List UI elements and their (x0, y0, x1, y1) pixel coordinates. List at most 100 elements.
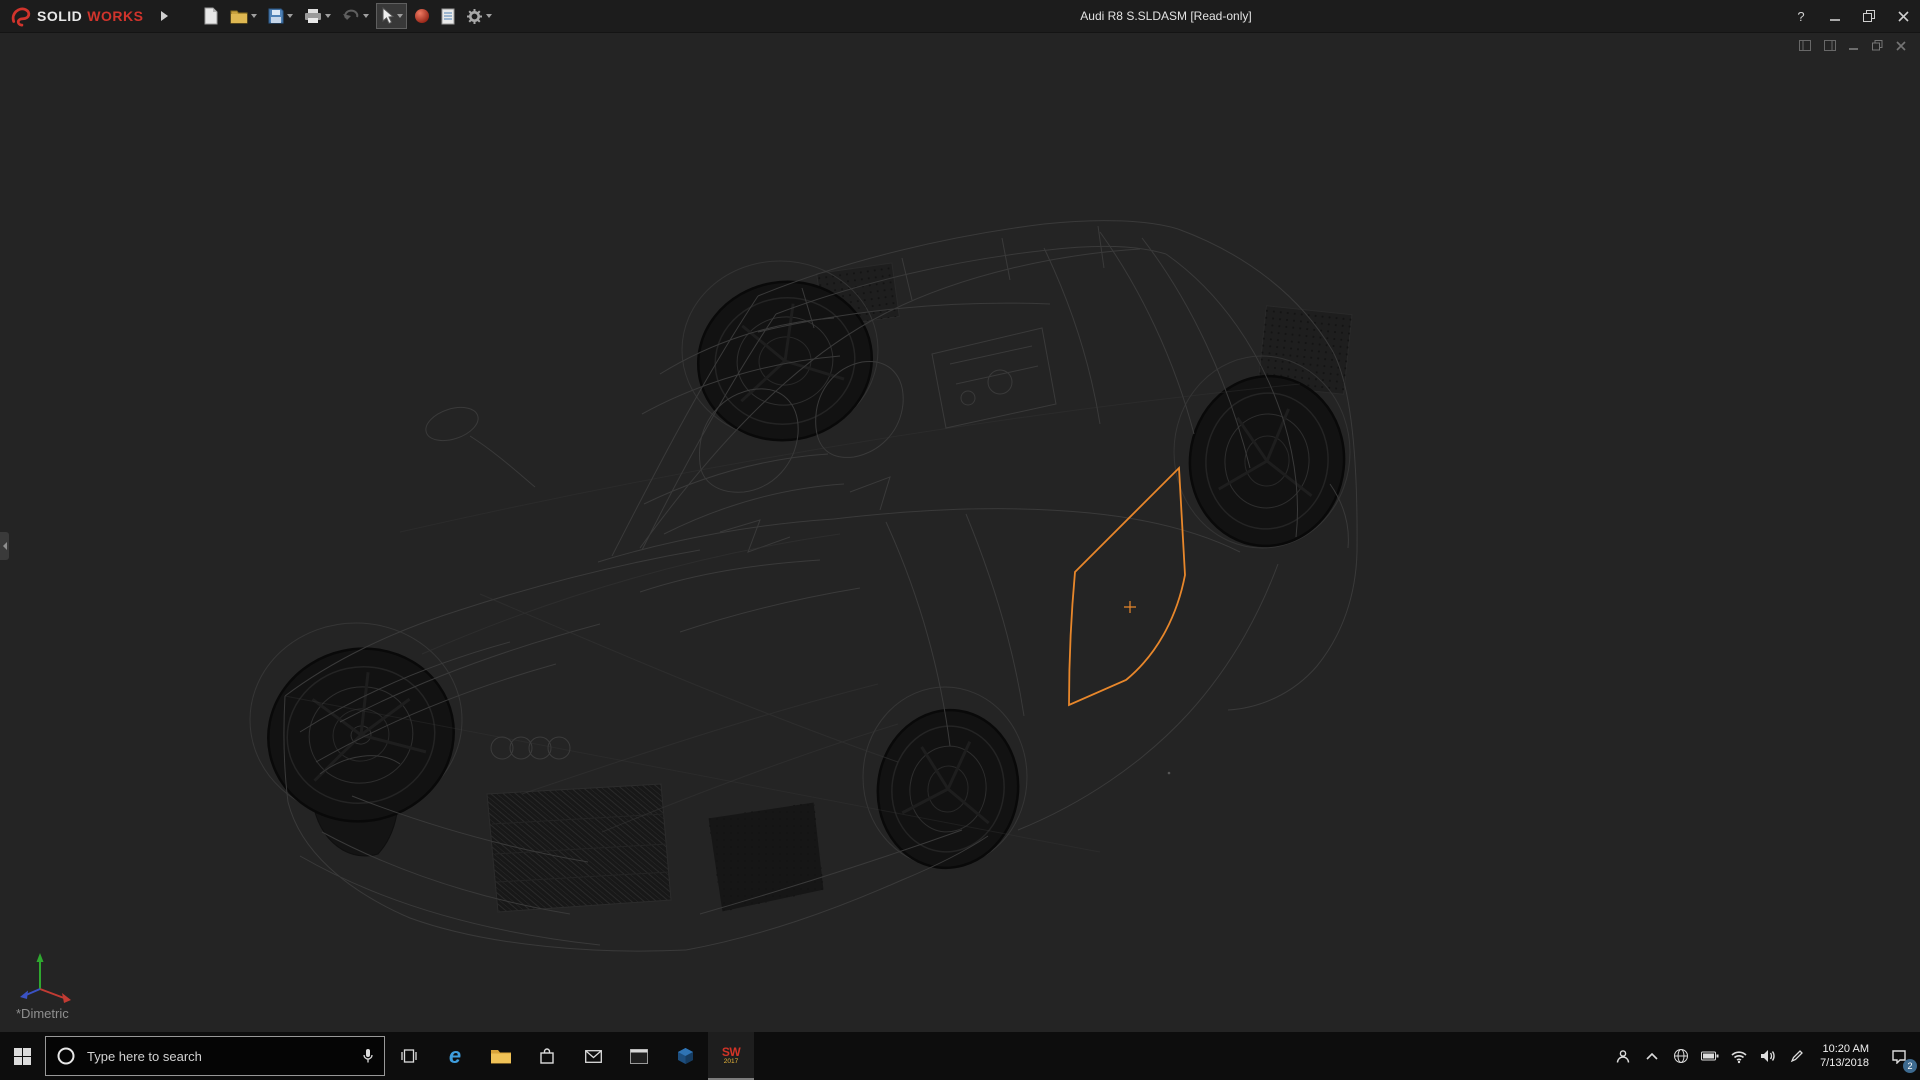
edge-button[interactable]: e (432, 1032, 478, 1080)
search-input[interactable] (85, 1048, 353, 1065)
windows-logo-icon (14, 1048, 31, 1065)
battery-button[interactable] (1695, 1032, 1724, 1080)
titlebar-controls: ? (1784, 0, 1920, 32)
wheel-front-near (252, 632, 470, 839)
open-button[interactable] (226, 3, 261, 29)
file-properties-icon (441, 8, 455, 25)
brand-works: WORKS (87, 8, 143, 24)
selected-face-highlight[interactable] (1069, 468, 1185, 705)
undo-caret-icon[interactable] (363, 14, 369, 18)
start-button[interactable] (0, 1032, 44, 1080)
brand-solid: SOLID (37, 8, 82, 24)
open-folder-icon (230, 9, 248, 24)
doc-close-button[interactable] (1896, 41, 1906, 51)
doc-minimize-icon (1849, 41, 1859, 51)
material-button[interactable] (410, 3, 434, 29)
store-button[interactable] (524, 1032, 570, 1080)
wheel-rear-near (868, 701, 1029, 877)
save-button[interactable] (264, 3, 297, 29)
panel-expand-arrow-icon (3, 542, 7, 550)
solidworks-logo: SOLID WORKS (0, 5, 151, 27)
help-button[interactable]: ? (1784, 0, 1818, 32)
print-button[interactable] (300, 3, 335, 29)
toolbar-flyout-arrow[interactable] (155, 5, 173, 27)
cortana-icon[interactable] (56, 1046, 76, 1066)
options-caret-icon[interactable] (486, 14, 492, 18)
wifi-button[interactable] (1724, 1032, 1753, 1080)
terminal-window-icon (630, 1049, 648, 1064)
undo-icon (342, 9, 360, 23)
titlebar: SOLID WORKS (0, 0, 1920, 33)
new-document-icon (203, 7, 219, 25)
undo-button[interactable] (338, 3, 373, 29)
action-center-button[interactable]: 2 (1878, 1032, 1920, 1080)
clock-date: 7/13/2018 (1820, 1056, 1869, 1070)
close-button[interactable] (1886, 0, 1920, 32)
triad-z-axis-icon (20, 991, 28, 1000)
file-properties-button[interactable] (437, 3, 459, 29)
doc-restore-icon (1872, 40, 1883, 51)
settings-gear-icon (466, 8, 483, 25)
chevron-up-icon (1646, 1052, 1658, 1060)
feature-panel-collapsed-tab[interactable] (0, 532, 9, 560)
volume-button[interactable] (1753, 1032, 1782, 1080)
wifi-icon (1730, 1049, 1748, 1064)
restore-icon (1863, 10, 1875, 22)
clock-time: 10:20 AM (1820, 1042, 1869, 1056)
pen-button[interactable] (1782, 1032, 1811, 1080)
taskbar-search-box[interactable] (45, 1036, 385, 1076)
solidworks-2017-icon: SW 2017 (722, 1046, 740, 1066)
document-window-controls (1799, 40, 1906, 51)
task-view-button[interactable] (386, 1032, 432, 1080)
viewer-app-button[interactable] (662, 1032, 708, 1080)
file-explorer-icon (490, 1047, 512, 1065)
file-explorer-button[interactable] (478, 1032, 524, 1080)
people-icon (1615, 1049, 1631, 1064)
material-sphere-icon (414, 8, 430, 24)
select-arrow-icon (380, 7, 394, 25)
selection-cross-icon (1124, 601, 1136, 613)
volume-icon (1760, 1049, 1776, 1063)
doc-minimize-button[interactable] (1849, 41, 1859, 51)
select-caret-icon[interactable] (397, 14, 403, 18)
maximize-button[interactable] (1852, 0, 1886, 32)
select-tool-button[interactable] (376, 3, 407, 29)
people-button[interactable] (1608, 1032, 1637, 1080)
graphics-viewport[interactable]: *Dimetric (0, 32, 1920, 1032)
pen-icon (1790, 1049, 1804, 1063)
triad-x-axis-icon (62, 993, 71, 1003)
doc-restore-button[interactable] (1872, 40, 1883, 51)
save-floppy-icon (268, 8, 284, 24)
open-caret-icon[interactable] (251, 14, 257, 18)
battery-icon (1701, 1051, 1719, 1061)
terminal-button[interactable] (616, 1032, 662, 1080)
microphone-icon[interactable] (362, 1048, 374, 1064)
store-bag-icon (539, 1048, 555, 1065)
taskbar-clock[interactable]: 10:20 AM 7/13/2018 (1811, 1042, 1878, 1071)
solidworks-app-button[interactable]: SW 2017 (708, 1032, 754, 1080)
solidworks-swirl-icon (10, 5, 32, 27)
view-orientation-label: *Dimetric (16, 1006, 69, 1021)
task-view-icon (400, 1049, 418, 1063)
sw-year: 2017 (724, 1059, 738, 1066)
car-wireframe (250, 221, 1357, 951)
hidden-icons-button[interactable] (1637, 1032, 1666, 1080)
save-caret-icon[interactable] (287, 14, 293, 18)
network-globe-icon (1673, 1048, 1689, 1064)
3d-model-canvas[interactable] (0, 32, 1920, 1032)
print-caret-icon[interactable] (325, 14, 331, 18)
new-document-button[interactable] (199, 3, 223, 29)
windows-taskbar: e SW 2017 (0, 1032, 1920, 1080)
network-button[interactable] (1666, 1032, 1695, 1080)
cube-app-icon (677, 1047, 694, 1065)
minimize-button[interactable] (1818, 0, 1852, 32)
triad-y-axis-icon (37, 953, 44, 962)
reference-triad (20, 953, 71, 1003)
quick-toolbar (199, 3, 496, 29)
options-button[interactable] (462, 3, 496, 29)
pane-right-button[interactable] (1824, 40, 1836, 51)
mail-button[interactable] (570, 1032, 616, 1080)
wheel-rear-far (1182, 368, 1353, 553)
document-title: Audi R8 S.SLDASM [Read-only] (1080, 9, 1251, 23)
pane-left-button[interactable] (1799, 40, 1811, 51)
